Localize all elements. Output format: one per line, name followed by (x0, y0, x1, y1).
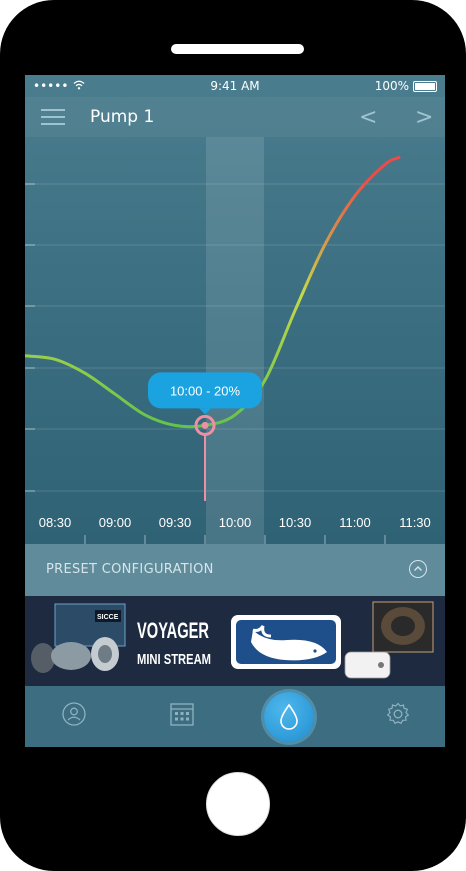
chevron-up-icon[interactable] (409, 560, 427, 578)
x-tick-label: 09:30 (159, 515, 192, 530)
battery-indicator: 100% (375, 79, 437, 93)
ad-banner[interactable]: SICCE VOYAGER MINI STREAM (25, 596, 445, 686)
page-title: Pump 1 (90, 107, 155, 127)
x-tick-label: 08:30 (39, 515, 72, 530)
settings-icon[interactable] (385, 701, 411, 731)
flow-chart[interactable]: 08:30 09:00 09:30 10:00 10:30 11:00 11:30 10:0… (25, 137, 445, 544)
status-bar: ••••• 9:41 AM 100% (25, 75, 445, 97)
preset-panel[interactable]: PRESET CONFIGURATION (25, 544, 445, 596)
speaker-slot (171, 44, 304, 54)
x-tick-label: 09:00 (99, 515, 132, 530)
ad-title: VOYAGER (137, 618, 209, 643)
ad-brand-text: SICCE (97, 614, 119, 621)
home-button[interactable] (206, 772, 270, 836)
x-tick-label: 11:30 (399, 515, 431, 530)
chevron-right-icon[interactable]: > (415, 105, 433, 130)
chevron-left-icon[interactable]: < (359, 105, 377, 130)
tooltip-label: 10:00 - 20% (170, 383, 241, 398)
phone-frame: ••••• 9:41 AM 100% Pump 1 < > 08:30 09:0… (0, 0, 466, 871)
selection-highlight (206, 137, 264, 544)
battery-percent: 100% (374, 79, 409, 93)
selection-dot (201, 421, 209, 429)
water-drop-button[interactable] (264, 692, 314, 742)
calendar-icon[interactable] (169, 701, 195, 731)
app-screen: ••••• 9:41 AM 100% Pump 1 < > 08:30 09:0… (25, 75, 445, 747)
battery-icon (413, 80, 437, 92)
water-drop-icon (280, 703, 298, 730)
preset-label: PRESET CONFIGURATION (46, 562, 214, 577)
ad-subtitle: MINI STREAM (137, 651, 211, 668)
profile-icon[interactable] (61, 701, 87, 731)
x-tick-label: 10:00 (219, 515, 252, 530)
nav-bar: Pump 1 < > (25, 97, 445, 137)
x-tick-label: 10:30 (279, 515, 312, 530)
x-tick-label: 11:00 (339, 515, 371, 530)
tab-bar (25, 686, 445, 747)
ad-art: SICCE VOYAGER MINI STREAM (25, 596, 445, 686)
menu-icon[interactable] (41, 109, 65, 125)
